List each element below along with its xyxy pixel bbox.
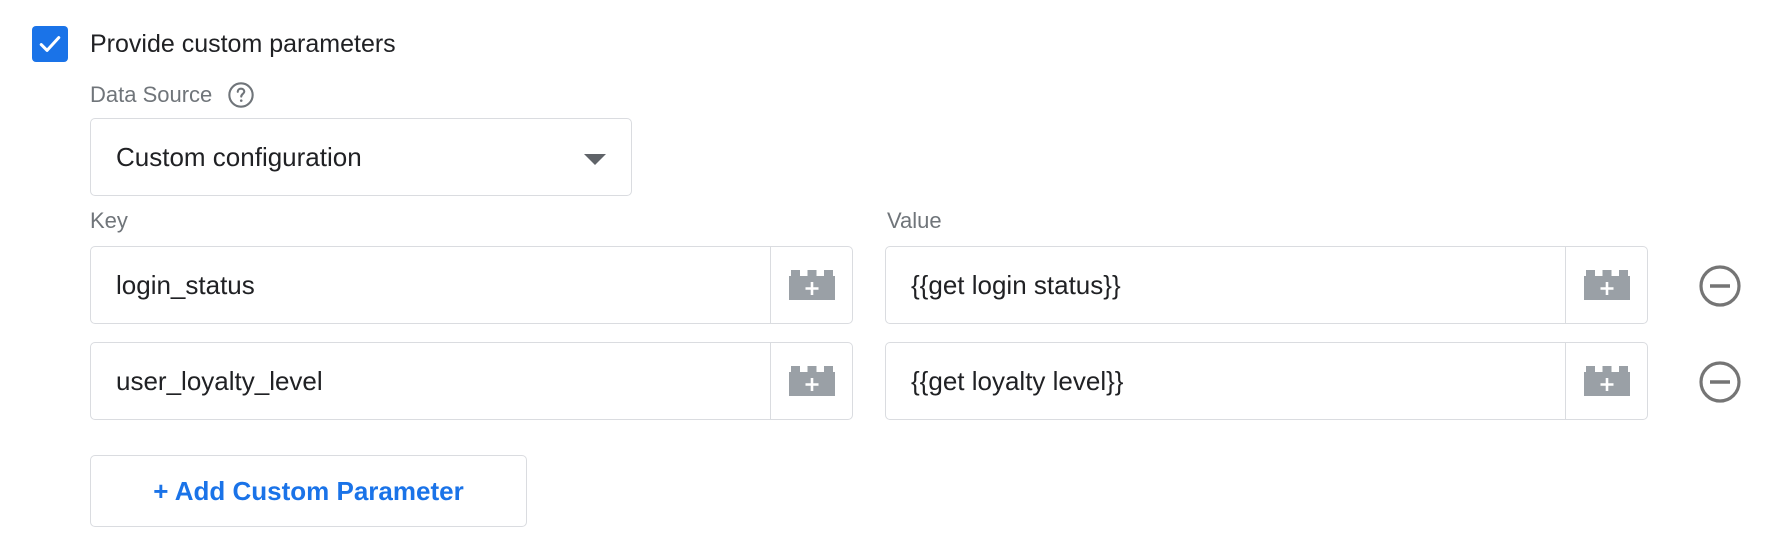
variable-brick-icon [788,366,835,396]
remove-row-2-button[interactable] [1698,360,1742,404]
variable-picker-button[interactable] [770,247,852,323]
variable-brick-icon [1583,366,1630,396]
variable-brick-icon [1583,270,1630,300]
provide-custom-parameters-checkbox[interactable] [32,26,68,62]
value-input[interactable]: {{get login status}} [886,247,1565,323]
key-input[interactable]: user_loyalty_level [91,343,770,419]
variable-picker-button[interactable] [770,343,852,419]
help-circle-icon[interactable] [226,80,256,110]
data-source-select[interactable]: Custom configuration [90,118,632,196]
remove-row-1-button[interactable] [1698,264,1742,308]
data-source-label: Data Source [90,82,213,107]
value-column-label: Value [887,208,942,233]
value-field-row-1[interactable]: {{get login status}} [885,246,1648,324]
remove-circle-icon [1699,265,1741,307]
provide-custom-parameters-label: Provide custom parameters [90,29,396,58]
add-custom-parameter-button[interactable]: + Add Custom Parameter [90,455,527,527]
data-source-selected-value: Custom configuration [116,141,362,172]
remove-circle-icon [1699,361,1741,403]
variable-picker-button[interactable] [1565,247,1647,323]
data-source-label-row: Data Source [90,80,256,110]
provide-custom-parameters-row: Provide custom parameters [32,26,396,62]
value-input[interactable]: {{get loyalty level}} [886,343,1565,419]
key-field-row-1[interactable]: login_status [90,246,853,324]
key-field-row-2[interactable]: user_loyalty_level [90,342,853,420]
variable-brick-icon [788,270,835,300]
key-column-label: Key [90,208,128,233]
chevron-down-icon [584,154,606,165]
variable-picker-button[interactable] [1565,343,1647,419]
custom-parameters-panel: Provide custom parameters Data Source Cu… [0,0,1774,542]
check-icon [39,36,61,52]
value-field-row-2[interactable]: {{get loyalty level}} [885,342,1648,420]
key-input[interactable]: login_status [91,247,770,323]
